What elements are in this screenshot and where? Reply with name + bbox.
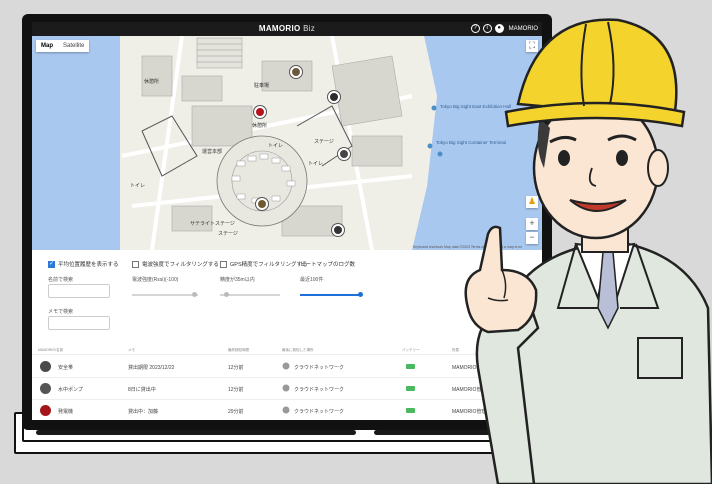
signal-slider-thumb[interactable] <box>192 292 197 297</box>
map-label: ステージ <box>314 139 334 145</box>
heatmap-slider[interactable] <box>300 294 360 296</box>
map-marker[interactable] <box>254 106 266 118</box>
gps-slider-thumb[interactable] <box>224 292 229 297</box>
column-header[interactable]: 最終検知時間 <box>228 348 249 353</box>
device-avatar <box>40 361 51 372</box>
app-title-suffix: Biz <box>300 24 316 33</box>
map-label: 運営本部 <box>202 149 223 155</box>
memo-search-input[interactable] <box>48 316 110 330</box>
checkbox-label: 平均位置履歴を表示する <box>58 262 119 268</box>
checkbox-label: GPS精度でフィルタリングする <box>230 262 308 268</box>
map-marker[interactable] <box>256 198 268 210</box>
last-seen-place: クラウドネットワーク <box>294 387 345 393</box>
paper-line <box>36 430 356 435</box>
signal-slider[interactable] <box>132 294 198 296</box>
battery-icon <box>406 386 415 391</box>
column-header[interactable]: バッテリー <box>402 348 420 353</box>
device-avatar <box>40 383 51 394</box>
heatmap-slider-thumb[interactable] <box>358 292 363 297</box>
map-label: トイレ <box>268 143 284 149</box>
app-title-text: MAMORIO <box>258 24 301 33</box>
map-label: トイレ <box>308 161 324 167</box>
map-marker[interactable] <box>328 91 340 103</box>
network-icon <box>282 384 290 392</box>
map-type-tabs: Map Satellite <box>36 40 90 52</box>
device-memo: 貸出中：加藤 <box>128 409 159 415</box>
gps-slider[interactable] <box>220 294 280 296</box>
heatmap-label: ヒートマップのログ数 <box>300 262 356 268</box>
device-memo: 貸出期限 2023/12/22 <box>128 365 175 371</box>
name-search-input[interactable] <box>48 284 110 298</box>
map-marker[interactable] <box>290 66 302 78</box>
name-search-label: 名前で検索 <box>48 277 74 283</box>
signal-filter-checkbox[interactable]: 電波強度でフィルタリングする <box>132 260 219 268</box>
tab-map[interactable]: Map <box>36 40 58 52</box>
network-icon <box>282 406 290 414</box>
checkbox-checked-icon: ✓ <box>48 260 55 268</box>
battery-icon <box>406 364 415 369</box>
checkbox-icon <box>220 260 227 268</box>
map-label: サテライトステージ <box>190 221 235 227</box>
memo-search-label: メモで検索 <box>48 309 74 315</box>
column-header[interactable]: メモ <box>128 348 135 353</box>
map-label: トイレ <box>130 183 146 189</box>
gps-value-label: 精度が35m以内 <box>220 277 255 283</box>
map-label: 休憩所 <box>252 123 268 129</box>
last-seen-place: クラウドネットワーク <box>294 409 345 415</box>
column-header[interactable]: MAMORIO/名前 <box>38 348 63 353</box>
last-seen-time: 29分前 <box>228 409 244 415</box>
heatmap-value-label: 最近100件 <box>300 277 324 283</box>
signal-value-label: 電波強度(Rssi)(-100) <box>132 277 179 283</box>
device-name: 水中ポンプ <box>58 387 83 393</box>
map-label: ステージ <box>218 231 238 237</box>
illustration-stage: MAMORIO Biz ? i ● MAMORIO Map Satellite … <box>0 0 712 484</box>
map-label: 休憩所 <box>144 79 160 85</box>
map-label: 駐車場 <box>254 83 270 89</box>
gps-filter-checkbox[interactable]: GPS精度でフィルタリングする <box>220 260 308 268</box>
column-header[interactable]: 最後に検知した場所 <box>282 348 314 353</box>
device-avatar <box>40 405 51 416</box>
checkbox-label: 電波強度でフィルタリングする <box>142 262 219 268</box>
checkbox-icon <box>132 260 139 268</box>
device-name: 発電機 <box>58 409 74 415</box>
tab-satellite[interactable]: Satellite <box>58 40 89 52</box>
map-marker[interactable] <box>332 224 344 236</box>
battery-icon <box>406 408 415 413</box>
map-marker[interactable] <box>338 148 350 160</box>
last-seen-time: 12分前 <box>228 387 244 393</box>
worker-illustration <box>464 18 712 484</box>
device-name: 安全帯 <box>58 365 74 371</box>
network-icon <box>282 362 290 370</box>
last-seen-time: 12分前 <box>228 365 244 371</box>
avg-position-checkbox[interactable]: ✓ 平均位置履歴を表示する <box>48 260 119 268</box>
device-memo: 8日に貸出中 <box>128 387 156 393</box>
last-seen-place: クラウドネットワーク <box>294 365 345 371</box>
